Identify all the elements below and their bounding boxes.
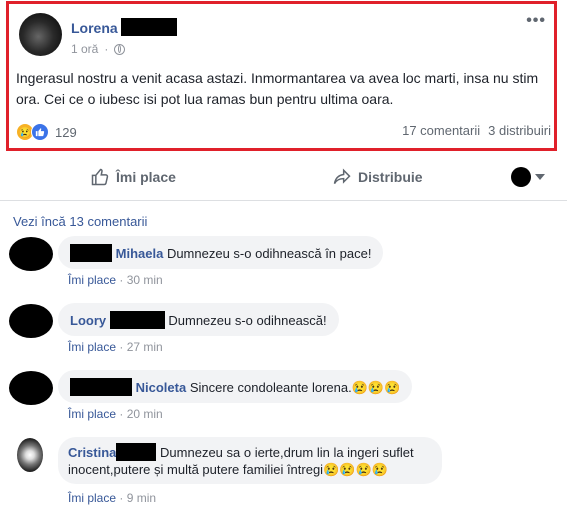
thumbs-up-icon <box>91 168 109 186</box>
stats-right: 17 comentarii 3 distribuiri <box>402 123 551 138</box>
view-more-comments-link[interactable]: Vezi încă 13 comentarii <box>13 214 147 229</box>
share-arrow-icon <box>333 168 351 185</box>
comment-bubble: Loory Dumnezeu s-o odihnească! <box>58 303 339 336</box>
redaction-block <box>109 311 165 329</box>
comment-time[interactable]: 27 min <box>127 340 163 354</box>
post-time[interactable]: 1 oră <box>71 42 98 56</box>
crying-emoji-icon: 😢😢😢 <box>351 380 401 395</box>
comment-like-link[interactable]: Îmi place <box>68 340 116 354</box>
comment-meta: Îmi place · 27 min <box>68 340 163 354</box>
comment-meta: Îmi place · 30 min <box>68 273 163 287</box>
comment-meta: Îmi place · 20 min <box>68 407 163 421</box>
share-audience-selector[interactable] <box>511 167 545 187</box>
post-text: Ingerasul nostru a venit acasa astazi. I… <box>16 70 539 107</box>
redaction-block <box>120 18 177 36</box>
share-button[interactable]: Distribuie <box>332 167 423 187</box>
commenter-avatar[interactable] <box>17 438 43 472</box>
comment-bubble: Mihaela Dumnezeu s-o odihnească în pace! <box>58 236 384 269</box>
comment-text: Sincere condoleante lorena. <box>189 380 352 395</box>
author-avatar[interactable] <box>19 13 62 56</box>
post-author[interactable]: Lorena <box>71 18 177 36</box>
chevron-down-icon <box>535 174 545 180</box>
comment-bubble: Cristina Dumnezeu sa o ierte,drum lin la… <box>58 437 442 484</box>
action-bar: Îmi place Distribuie <box>0 152 567 201</box>
like-reaction-icon <box>31 123 49 141</box>
crying-emoji-icon: 😢😢😢😢 <box>323 462 388 477</box>
comment-meta: Îmi place · 9 min <box>68 491 157 505</box>
reaction-count: 129 <box>55 124 77 140</box>
post-meta: 1 oră · <box>71 42 126 56</box>
shares-count-link[interactable]: 3 distribuiri <box>488 123 551 138</box>
comment-text: Dumnezeu s-o odihnească! <box>168 313 327 328</box>
comment-time[interactable]: 9 min <box>127 491 156 505</box>
comment-like-link[interactable]: Îmi place <box>68 273 116 287</box>
post-card: Lorena 1 oră · ••• Ingerasul nostru a ve… <box>6 1 557 151</box>
comment-like-link[interactable]: Îmi place <box>68 407 116 421</box>
like-button[interactable]: Îmi place <box>90 167 176 187</box>
post-stats: 😢 129 17 comentarii 3 distribuiri <box>16 122 551 142</box>
redaction-block <box>70 244 112 262</box>
comment-text: Dumnezeu s-o odihnească în pace! <box>166 246 372 261</box>
share-button-label: Distribuie <box>358 169 423 185</box>
comment-time[interactable]: 20 min <box>127 407 163 421</box>
commenter-name[interactable]: Mihaela <box>116 246 164 261</box>
comments-count-link[interactable]: 17 comentarii <box>402 123 480 138</box>
separator: · <box>104 42 109 56</box>
globe-icon[interactable] <box>114 43 126 55</box>
commenter-name[interactable]: Nicoleta <box>136 380 187 395</box>
profile-avatar <box>511 167 531 187</box>
comment-time[interactable]: 30 min <box>127 273 163 287</box>
commenter-avatar[interactable] <box>9 371 53 405</box>
comment-bubble: Nicoleta Sincere condoleante lorena.😢😢😢 <box>58 370 413 403</box>
more-options-button[interactable]: ••• <box>526 12 546 30</box>
commenter-name[interactable]: Loory <box>70 313 106 328</box>
comment-like-link[interactable]: Îmi place <box>68 491 116 505</box>
commenter-name[interactable]: Cristina <box>68 445 116 460</box>
reactions-summary[interactable]: 😢 129 <box>16 123 77 141</box>
commenter-avatar[interactable] <box>9 304 53 338</box>
like-button-label: Îmi place <box>116 169 176 185</box>
redaction-block <box>116 443 157 461</box>
commenter-avatar[interactable] <box>9 237 53 271</box>
author-name[interactable]: Lorena <box>71 20 118 36</box>
redaction-block <box>70 378 132 396</box>
